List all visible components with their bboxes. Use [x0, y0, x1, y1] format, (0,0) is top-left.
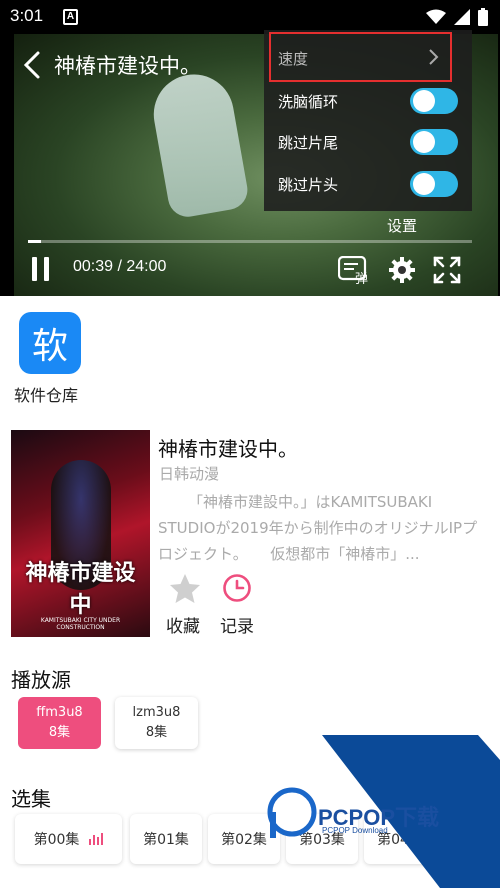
episode-00[interactable]: 第00集 — [15, 814, 122, 864]
poster-title: 神椿市建设中 — [25, 561, 136, 618]
app-store-label[interactable]: 软件仓库 — [14, 382, 78, 406]
settings-tooltip: 设置 — [387, 217, 418, 235]
episode-label: 第01集 — [143, 832, 189, 848]
wifi-icon — [426, 9, 446, 24]
battery-icon — [478, 8, 488, 26]
source-count: 8集 — [48, 725, 71, 740]
toggle-knob — [413, 173, 435, 195]
danmu-toggle-icon[interactable]: 弹 — [338, 256, 372, 284]
source-count: 8集 — [145, 725, 168, 740]
loop-toggle[interactable] — [410, 88, 458, 114]
episode-heading: 选集 — [11, 787, 51, 811]
menu-item-skip-end[interactable]: 跳过片尾 — [278, 125, 458, 159]
episode-02[interactable]: 第02集 — [208, 814, 280, 864]
episode-label: 第00集 — [33, 832, 80, 848]
video-title: 神椿市建设中。 — [54, 54, 201, 78]
app-store-icon[interactable]: 软 — [19, 312, 81, 374]
video-scene-image — [147, 68, 251, 220]
source-name: lzm3u8 — [132, 705, 181, 720]
menu-item-skip-start[interactable]: 跳过片头 — [278, 167, 458, 201]
speed-menu-item[interactable] — [269, 32, 452, 82]
back-arrow-icon[interactable] — [20, 50, 44, 80]
system-icons — [426, 8, 488, 26]
playing-bars-icon — [89, 833, 104, 845]
anime-category: 日韩动漫 — [159, 465, 220, 483]
menu-item-label: 跳过片尾 — [278, 133, 339, 152]
anime-description: 「神椿市建設中。」はKAMITSUBAKI STUDIOが2019年から制作中の… — [158, 493, 478, 563]
favorite-label[interactable]: 收藏 — [166, 612, 200, 637]
source-heading: 播放源 — [11, 668, 71, 692]
fullscreen-icon[interactable] — [433, 256, 461, 284]
menu-item-label: 洗脑循环 — [278, 92, 339, 111]
status-time: 3:01 — [10, 6, 44, 25]
poster-image: 神椿市建设中 KAMITSUBAKI CITY UNDER CONSTRUCTI… — [11, 430, 150, 637]
toggle-knob — [413, 131, 435, 153]
episode-label: 第02集 — [221, 832, 267, 848]
source-lzm3u8[interactable]: lzm3u8 8集 — [115, 697, 198, 749]
notification-a-icon: A — [63, 9, 78, 25]
signal-icon — [454, 9, 470, 25]
poster-subtitle: KAMITSUBAKI CITY UNDER CONSTRUCTION — [40, 617, 121, 631]
star-icon[interactable] — [168, 572, 202, 606]
episode-01[interactable]: 第01集 — [130, 814, 202, 864]
playback-time: 00:39 / 24:00 — [73, 258, 167, 275]
source-ffm3u8[interactable]: ffm3u8 8集 — [18, 697, 101, 749]
pause-icon[interactable] — [30, 256, 52, 282]
skip-start-toggle[interactable] — [410, 171, 458, 197]
menu-item-label: 跳过片头 — [278, 175, 339, 194]
skip-end-toggle[interactable] — [410, 129, 458, 155]
toggle-knob — [413, 90, 435, 112]
progress-fill — [28, 240, 42, 243]
anime-title: 神椿市建设中。 — [158, 437, 298, 461]
status-bar: 3:01 A — [0, 0, 500, 34]
record-label[interactable]: 记录 — [220, 612, 254, 637]
watermark-sub: PCPOP Download — [322, 826, 388, 835]
progress-bar[interactable] — [28, 240, 472, 243]
source-name: ffm3u8 — [36, 705, 83, 720]
danmu-label: 弹 — [355, 272, 368, 284]
gear-icon[interactable] — [388, 256, 416, 284]
menu-item-loop[interactable]: 洗脑循环 — [278, 84, 458, 118]
clock-icon[interactable] — [222, 573, 252, 603]
